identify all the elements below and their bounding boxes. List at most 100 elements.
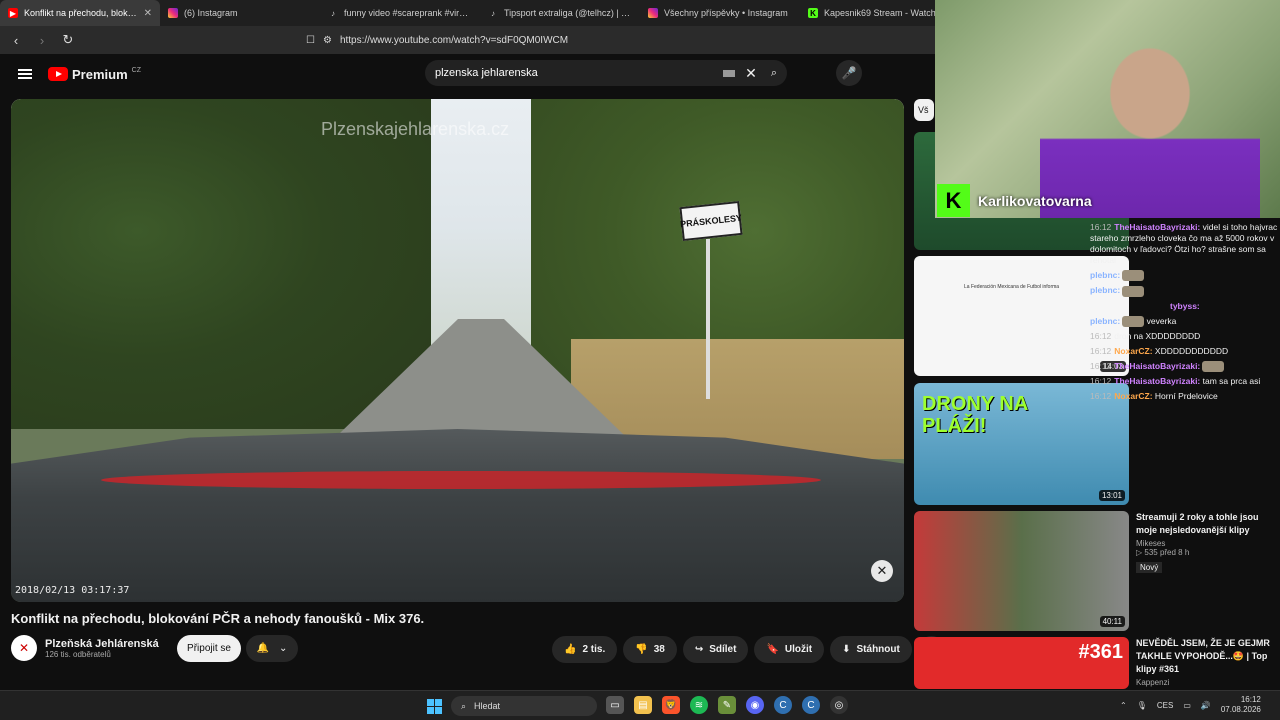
- instagram-icon: [648, 8, 658, 18]
- keyboard-icon[interactable]: [723, 69, 736, 77]
- sign-pole: [706, 239, 710, 399]
- chat-user: plebnc:: [1090, 270, 1121, 280]
- youtube-header: Premium CZ plzenska jehlarenska ✕ ⌕ 🎤: [0, 54, 935, 94]
- chat-message: 16:12 TheHaisatoBayrizaki: videl si toho …: [1090, 222, 1280, 266]
- youtube-play-icon: [48, 67, 68, 81]
- url-field[interactable]: https://www.youtube.com/watch?v=sdF0QM0I…: [340, 35, 568, 46]
- volume-icon[interactable]: 🔊: [1201, 701, 1211, 710]
- chat-message: 16:12 NoxarCZ: XDDDDDDDDDDD: [1090, 346, 1280, 357]
- channel-name[interactable]: Plzeňská Jehlárenská: [45, 638, 159, 650]
- youtube-logo[interactable]: Premium CZ: [48, 67, 141, 82]
- notifications-button[interactable]: 🔔 ⌄: [246, 635, 298, 662]
- recommendation-thumbnail[interactable]: #361: [914, 637, 1129, 689]
- tab-instagram-2[interactable]: Všechny příspěvky • Instagram: [640, 0, 800, 26]
- tab-title: Tipsport extraliga (@telhcz) | TikTok: [504, 8, 632, 18]
- voice-search-icon[interactable]: 🎤: [836, 60, 862, 86]
- download-button[interactable]: ⬇ Stáhnout: [830, 636, 912, 663]
- network-icon[interactable]: ▭: [1183, 701, 1191, 710]
- taskbar-search[interactable]: ⌕ Hledat: [451, 696, 597, 716]
- bookmark-icon[interactable]: ☐: [306, 35, 315, 46]
- tab-instagram[interactable]: (6) Instagram: [160, 0, 320, 26]
- subscriber-count: 126 tis. odběratelů: [45, 649, 111, 659]
- chat-text: XDDDDDDDDDDD: [1154, 345, 1229, 356]
- youtube-icon: ▶: [8, 8, 18, 18]
- recommendation-title: NEVĚDĚL JSEM, ŽE JE GEJMR TAKHLE VYPOHOD…: [1136, 638, 1270, 674]
- share-button[interactable]: ↪ Sdílet: [682, 636, 749, 663]
- chat-message: tybyss:: [1090, 301, 1280, 312]
- tiktok-icon: ♪: [331, 8, 335, 18]
- tab-tiktok[interactable]: ♪ funny video #scareprank #viral #fal: [320, 0, 480, 26]
- tab-tiktok-2[interactable]: ♪ Tipsport extraliga (@telhcz) | TikTok: [480, 0, 640, 26]
- chat-user: TheHaisatoBayrizaki:: [1114, 360, 1201, 371]
- recommendation-channel: Mikeses: [1136, 539, 1166, 548]
- brave-browser-icon[interactable]: 🦁: [662, 696, 680, 714]
- save-button[interactable]: 🔖 Uložit: [754, 636, 825, 663]
- app-c-icon[interactable]: C: [774, 696, 792, 714]
- app-c-icon-2[interactable]: C: [802, 696, 820, 714]
- recommendation-meta[interactable]: NEVĚDĚL JSEM, ŽE JE GEJMR TAKHLE VYPOHOD…: [1136, 637, 1276, 687]
- stream-branding: K Karlikovatovarna: [935, 183, 1280, 218]
- task-view-icon[interactable]: ▭: [606, 696, 624, 714]
- like-button[interactable]: 👍 2 tis.: [552, 636, 618, 663]
- clock[interactable]: 16:12 07.08.2026: [1221, 695, 1261, 715]
- language-indicator[interactable]: CES: [1157, 701, 1173, 710]
- tab-title: Kapesnik69 Stream - Watch: [824, 8, 936, 18]
- tab-youtube[interactable]: ▶ Konflikt na přechodu, blokování ✕: [0, 0, 160, 26]
- save-label: Uložit: [784, 644, 813, 655]
- channel-avatar[interactable]: ✕: [11, 635, 37, 661]
- back-icon[interactable]: ‹: [8, 33, 24, 48]
- chat-user: plebnc:: [1090, 315, 1121, 326]
- tab-title: funny video #scareprank #viral #fal: [344, 8, 472, 18]
- download-icon: ⬇: [842, 644, 851, 655]
- notepad-icon[interactable]: ✎: [718, 696, 736, 714]
- tab-title: (6) Instagram: [184, 8, 238, 18]
- car-dashboard: [11, 429, 904, 602]
- obs-icon[interactable]: ◎: [830, 696, 848, 714]
- chat-text: veverka: [1146, 315, 1177, 326]
- chat-user: TheHaisatoBayrizaki:: [1114, 222, 1201, 232]
- recommendation-meta[interactable]: Streamuji 2 roky a tohle jsou moje nejsl…: [1136, 511, 1276, 575]
- recommendation-thumbnail[interactable]: 40:11: [914, 511, 1129, 631]
- filter-chip-all[interactable]: Vš: [914, 99, 934, 121]
- streamer-name: Karlikovatovarna: [978, 192, 1092, 209]
- forward-icon[interactable]: ›: [34, 33, 50, 48]
- close-tab-icon[interactable]: ✕: [144, 8, 152, 19]
- bookmark-icon: 🔖: [766, 644, 779, 655]
- logo-text: Premium: [72, 66, 128, 82]
- spotify-icon[interactable]: ≋: [690, 696, 708, 714]
- chat-message: 16:12 dron na XDDDDDDDD: [1090, 331, 1280, 342]
- discord-icon[interactable]: ◉: [746, 696, 764, 714]
- reload-icon[interactable]: ↻: [60, 32, 76, 48]
- clear-search-icon[interactable]: ✕: [745, 65, 757, 82]
- chat-time: 16:12: [1090, 376, 1112, 386]
- logo-region: CZ: [131, 66, 141, 74]
- dislike-button[interactable]: 👎 38: [623, 636, 677, 663]
- dislike-count: 38: [653, 644, 665, 655]
- taskbar-search-placeholder: Hledat: [474, 701, 501, 711]
- file-explorer-icon[interactable]: ▤: [634, 696, 652, 714]
- search-icon[interactable]: ⌕: [771, 67, 777, 80]
- chat-message: 16:12 NoxarCZ: Horní Prdelovice: [1090, 391, 1280, 402]
- windows-start-icon[interactable]: [427, 699, 442, 714]
- clock-time: 16:12: [1240, 695, 1261, 704]
- recommendation-channel: Kappenzi: [1136, 678, 1170, 687]
- menu-icon[interactable]: [18, 69, 32, 79]
- chat-time: 16:12: [1090, 391, 1112, 401]
- chevron-up-icon[interactable]: ⌃: [1120, 701, 1127, 710]
- new-badge: Nový: [1136, 562, 1163, 573]
- channel-watermark-icon[interactable]: ✕: [871, 560, 893, 582]
- download-label: Stáhnout: [856, 644, 900, 655]
- search-input[interactable]: plzenska jehlarenska: [435, 67, 723, 79]
- chat-user: plebnc:: [1090, 285, 1121, 296]
- recommendation-title: Streamuji 2 roky a tohle jsou moje nejsl…: [1136, 512, 1259, 535]
- microphone-icon[interactable]: 🎙: [1137, 701, 1147, 710]
- video-player[interactable]: PRÁSKOLESY Plzenskajehlarenska.cz 2018/0…: [11, 99, 904, 602]
- video-actions: 👍 2 tis. 👎 38 ↪ Sdílet 🔖 Uložit ⬇ Stáhno…: [552, 636, 945, 663]
- site-settings-icon[interactable]: ⚙: [323, 35, 332, 46]
- emote-icon: [1122, 285, 1145, 297]
- video-watermark: Plzenskajehlarenska.cz: [321, 119, 510, 139]
- join-button[interactable]: Připojit se: [177, 635, 241, 662]
- chat-user: TheHaisatoBayrizaki:: [1114, 376, 1201, 386]
- tiktok-icon: ♪: [491, 8, 495, 18]
- search-bar[interactable]: plzenska jehlarenska ✕ ⌕: [425, 60, 787, 86]
